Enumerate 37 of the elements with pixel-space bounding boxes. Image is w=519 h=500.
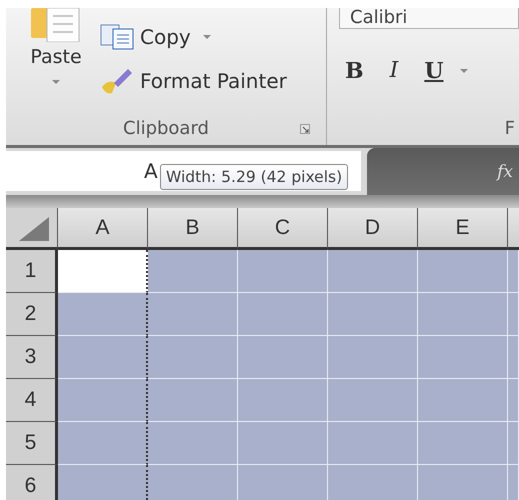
row-header[interactable]: 5 (6, 422, 58, 465)
group-label: F (504, 118, 515, 140)
table-cell[interactable] (58, 293, 148, 336)
clipboard-icon (31, 8, 81, 42)
caret-icon (202, 35, 211, 39)
bold-button[interactable]: B (345, 58, 364, 84)
row-header[interactable]: 4 (6, 379, 58, 422)
row-header[interactable]: 1 (6, 250, 58, 293)
width-tooltip: Width: 5.29 (42 pixels) (160, 164, 348, 190)
group-label: Clipboard (123, 118, 209, 139)
formula-input-field[interactable]: fx (367, 148, 519, 195)
copy-icon (100, 24, 134, 50)
paste-button[interactable]: Paste (6, 8, 96, 112)
table-cell[interactable] (58, 336, 148, 379)
underline-button[interactable]: U (424, 58, 444, 84)
column-header[interactable]: E (418, 208, 508, 250)
caret-icon (52, 80, 60, 84)
table-cell[interactable] (58, 422, 148, 465)
table-cell[interactable] (58, 379, 148, 422)
column-header[interactable]: C (238, 208, 328, 250)
table-cell[interactable] (58, 250, 148, 293)
column-header[interactable] (508, 208, 519, 250)
dialog-launcher-icon[interactable] (300, 124, 310, 134)
row-header[interactable]: 2 (6, 293, 58, 336)
column-header[interactable]: D (328, 208, 418, 250)
italic-button[interactable]: I (390, 58, 398, 84)
row-header[interactable]: 6 (6, 465, 58, 500)
column-header[interactable]: A (58, 208, 148, 250)
caret-icon (460, 68, 468, 73)
row-header[interactable]: 3 (6, 336, 58, 379)
table-cell[interactable] (58, 465, 148, 500)
insert-function-button[interactable]: fx (497, 162, 513, 182)
font-name-field[interactable]: Calibri (339, 8, 519, 29)
column-header[interactable]: B (148, 208, 238, 250)
select-all-icon (19, 217, 49, 241)
copy-button[interactable]: Copy (96, 20, 291, 54)
format-painter-button[interactable]: Format Painter (96, 64, 291, 98)
